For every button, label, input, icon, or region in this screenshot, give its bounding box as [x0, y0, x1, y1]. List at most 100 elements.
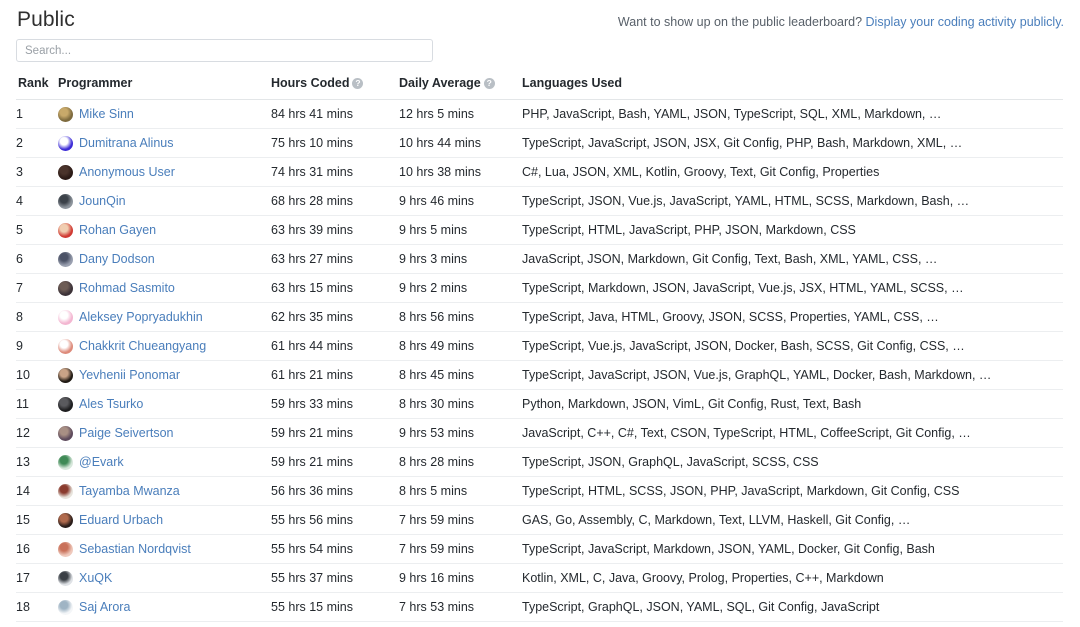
- avatar: [58, 512, 73, 528]
- avatar: [58, 280, 73, 296]
- cell-programmer: Chakkrit Chueangyang: [58, 331, 271, 361]
- display-activity-publicly-link[interactable]: Display your coding activity publicly.: [866, 15, 1064, 29]
- programmer-link[interactable]: Ales Tsurko: [79, 397, 143, 411]
- cell-programmer: Yevhenii Ponomar: [58, 360, 271, 390]
- cell-rank: 15: [16, 505, 58, 535]
- programmer-link[interactable]: Paige Seivertson: [79, 426, 174, 440]
- cell-languages-used[interactable]: Kotlin, XML, C, Java, Groovy, Prolog, Pr…: [522, 563, 1063, 593]
- cell-programmer: Anonymous User: [58, 157, 271, 187]
- cell-rank: 6: [16, 244, 58, 274]
- cell-languages-used[interactable]: JavaScript, JSON, Markdown, Git Config, …: [522, 244, 1063, 274]
- programmer-link[interactable]: Dumitrana Alinus: [79, 136, 174, 150]
- cell-languages-used[interactable]: TypeScript, HTML, SCSS, JSON, PHP, JavaS…: [522, 476, 1063, 506]
- cell-languages-used[interactable]: TypeScript, JSON, Vue.js, JavaScript, YA…: [522, 186, 1063, 216]
- programmer-link[interactable]: Yevhenii Ponomar: [79, 368, 180, 382]
- programmer-link[interactable]: Sebastian Nordqvist: [79, 542, 191, 556]
- cell-hours-coded: 61 hrs 44 mins: [271, 331, 399, 361]
- column-header-languages-used: Languages Used: [522, 76, 623, 90]
- programmer-link[interactable]: Tayamba Mwanza: [79, 484, 180, 498]
- table-row: 7 Rohmad Sasmito 63 hrs 15 mins 9 hrs 2 min…: [16, 273, 1063, 303]
- cell-languages-used[interactable]: TypeScript, JavaScript, JSON, Vue.js, Gr…: [522, 360, 1063, 390]
- table-header: Rank Programmer Hours Coded? Daily Avera…: [16, 76, 1063, 100]
- cell-hours-coded: 59 hrs 21 mins: [271, 418, 399, 448]
- programmer-link[interactable]: Chakkrit Chueangyang: [79, 339, 206, 353]
- table-row: 4 JounQin 68 hrs 28 mins 9 hrs 46 mins TypeS…: [16, 186, 1063, 216]
- cell-rank: 14: [16, 476, 58, 506]
- cell-languages-used[interactable]: TypeScript, GraphQL, JSON, YAML, SQL, Gi…: [522, 592, 1063, 622]
- cell-daily-average: 8 hrs 49 mins: [399, 331, 522, 361]
- cell-daily-average: 7 hrs 59 mins: [399, 505, 522, 535]
- avatar: [58, 106, 73, 122]
- avatar: [58, 338, 73, 354]
- cell-hours-coded: 55 hrs 15 mins: [271, 592, 399, 622]
- avatar: [58, 135, 73, 151]
- cell-hours-coded: 84 hrs 41 mins: [271, 99, 399, 129]
- cell-languages-used[interactable]: TypeScript, HTML, JavaScript, PHP, JSON,…: [522, 215, 1063, 245]
- cell-languages-used[interactable]: TypeScript, JavaScript, JSON, JSX, Git C…: [522, 128, 1063, 158]
- cell-daily-average: 7 hrs 53 mins: [399, 592, 522, 622]
- column-header-hours-coded-label: Hours Coded: [271, 76, 350, 90]
- cell-rank: 9: [16, 331, 58, 361]
- cell-hours-coded: 62 hrs 35 mins: [271, 302, 399, 332]
- cell-daily-average: 8 hrs 56 mins: [399, 302, 522, 332]
- table-row: 11 Ales Tsurko 59 hrs 33 mins 8 hrs 30 mins…: [16, 389, 1063, 419]
- cell-languages-used[interactable]: JavaScript, C++, C#, Text, CSON, TypeScr…: [522, 418, 1063, 448]
- programmer-link[interactable]: Anonymous User: [79, 165, 175, 179]
- cell-languages-used[interactable]: TypeScript, JavaScript, Markdown, JSON, …: [522, 534, 1063, 564]
- column-header-hours-coded: Hours Coded?: [271, 76, 399, 100]
- programmer-link[interactable]: JounQin: [79, 194, 126, 208]
- cell-programmer: Aleksey Popryadukhin: [58, 302, 271, 332]
- table-body: 1 Mike Sinn 84 hrs 41 mins 12 hrs 5 mins PHP…: [16, 99, 1063, 622]
- cell-programmer: Rohmad Sasmito: [58, 273, 271, 303]
- cell-programmer: Paige Seivertson: [58, 418, 271, 448]
- cell-languages-used[interactable]: TypeScript, Vue.js, JavaScript, JSON, Do…: [522, 331, 1063, 361]
- help-icon[interactable]: ?: [483, 78, 495, 89]
- cell-rank: 5: [16, 215, 58, 245]
- cell-programmer: XuQK: [58, 563, 271, 593]
- column-header-daily-average: Daily Average?: [399, 76, 522, 100]
- table-row: 13 @Evark 59 hrs 21 mins 8 hrs 28 mins TypeS…: [16, 447, 1063, 477]
- avatar: [58, 570, 73, 586]
- cell-programmer: Sebastian Nordqvist: [58, 534, 271, 564]
- cell-languages-used[interactable]: Python, Markdown, JSON, VimL, Git Config…: [522, 389, 1063, 419]
- cell-hours-coded: 55 hrs 56 mins: [271, 505, 399, 535]
- cell-daily-average: 10 hrs 44 mins: [399, 128, 522, 158]
- cell-languages-used[interactable]: PHP, JavaScript, Bash, YAML, JSON, TypeS…: [522, 99, 1063, 129]
- cell-programmer: Ales Tsurko: [58, 389, 271, 419]
- cell-languages-used[interactable]: TypeScript, Java, HTML, Groovy, JSON, SC…: [522, 302, 1063, 332]
- cell-languages-used[interactable]: TypeScript, JSON, GraphQL, JavaScript, S…: [522, 447, 1063, 477]
- programmer-link[interactable]: XuQK: [79, 571, 112, 585]
- table-row: 3 Anonymous User 74 hrs 31 mins 10 hrs 38 m…: [16, 157, 1063, 187]
- cell-rank: 13: [16, 447, 58, 477]
- search-bar: [16, 39, 1064, 62]
- cell-daily-average: 9 hrs 16 mins: [399, 563, 522, 593]
- cell-daily-average: 10 hrs 38 mins: [399, 157, 522, 187]
- cell-languages-used[interactable]: GAS, Go, Assembly, C, Markdown, Text, LL…: [522, 505, 1063, 535]
- programmer-link[interactable]: Aleksey Popryadukhin: [79, 310, 203, 324]
- programmer-link[interactable]: @Evark: [79, 455, 124, 469]
- help-icon[interactable]: ?: [352, 78, 364, 89]
- table-row: 1 Mike Sinn 84 hrs 41 mins 12 hrs 5 mins PHP…: [16, 99, 1063, 129]
- cell-rank: 16: [16, 534, 58, 564]
- programmer-link[interactable]: Dany Dodson: [79, 252, 155, 266]
- programmer-link[interactable]: Rohan Gayen: [79, 223, 156, 237]
- table-row: 15 Eduard Urbach 55 hrs 56 mins 7 hrs 59 mi…: [16, 505, 1063, 535]
- cell-languages-used[interactable]: TypeScript, Markdown, JSON, JavaScript, …: [522, 273, 1063, 303]
- table-row: 17 XuQK 55 hrs 37 mins 9 hrs 16 mins Kotlin,…: [16, 563, 1063, 593]
- promo-banner: Want to show up on the public leaderboar…: [618, 8, 1064, 31]
- programmer-link[interactable]: Mike Sinn: [79, 107, 134, 121]
- table-row: 18 Saj Arora 55 hrs 15 mins 7 hrs 53 mins Ty…: [16, 592, 1063, 622]
- cell-hours-coded: 63 hrs 15 mins: [271, 273, 399, 303]
- column-header-programmer: Programmer: [58, 76, 133, 90]
- cell-daily-average: 12 hrs 5 mins: [399, 99, 522, 129]
- cell-languages-used[interactable]: C#, Lua, JSON, XML, Kotlin, Groovy, Text…: [522, 157, 1063, 187]
- cell-hours-coded: 55 hrs 37 mins: [271, 563, 399, 593]
- programmer-link[interactable]: Rohmad Sasmito: [79, 281, 175, 295]
- cell-rank: 17: [16, 563, 58, 593]
- programmer-link[interactable]: Eduard Urbach: [79, 513, 163, 527]
- search-input[interactable]: [16, 39, 433, 62]
- cell-rank: 3: [16, 157, 58, 187]
- programmer-link[interactable]: Saj Arora: [79, 600, 130, 614]
- cell-programmer: JounQin: [58, 186, 271, 216]
- cell-hours-coded: 61 hrs 21 mins: [271, 360, 399, 390]
